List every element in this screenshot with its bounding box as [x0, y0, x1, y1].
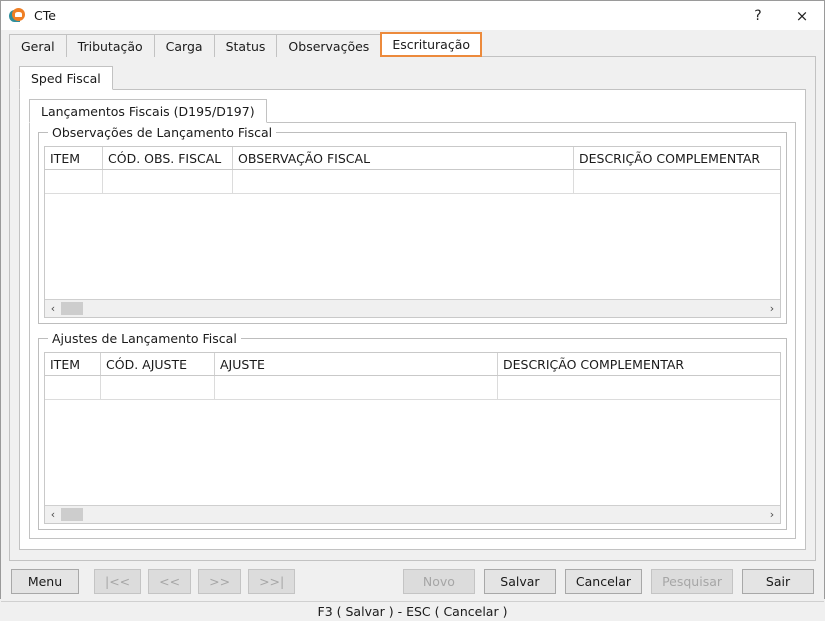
tab-escrituracao[interactable]: Escrituração — [380, 32, 482, 57]
ajustes-grid-container: ITEM CÓD. AJUSTE AJUSTE DESCRIÇÃO COMPLE… — [44, 352, 781, 524]
table-row[interactable] — [45, 170, 780, 194]
escrituracao-panel: Sped Fiscal Lançamentos Fiscais (D195/D1… — [9, 56, 816, 561]
first-record-button[interactable]: |<< — [94, 569, 141, 594]
tab-tributacao[interactable]: Tributação — [66, 34, 155, 57]
tab-carga[interactable]: Carga — [154, 34, 215, 57]
main-tab-strip: Geral Tributação Carga Status Observaçõe… — [9, 33, 824, 57]
group-observacoes-lancamento-fiscal: Observações de Lançamento Fiscal ITEM CÓ… — [38, 132, 787, 324]
column-header-ajuste[interactable]: AJUSTE — [215, 353, 498, 375]
novo-button[interactable]: Novo — [403, 569, 475, 594]
window-controls: ? × — [736, 1, 824, 30]
window-title: CTe — [34, 8, 56, 23]
scroll-left-icon[interactable]: ‹ — [45, 507, 61, 523]
app-logo-icon — [9, 8, 25, 24]
column-header-descricao-complementar[interactable]: DESCRIÇÃO COMPLEMENTAR — [498, 353, 780, 375]
group-ajustes-legend: Ajustes de Lançamento Fiscal — [48, 331, 241, 346]
column-header-item[interactable]: ITEM — [45, 353, 101, 375]
observacoes-scroll-track[interactable] — [61, 300, 764, 317]
cell-descricao-complementar[interactable] — [498, 376, 780, 399]
ajustes-scroll-thumb[interactable] — [61, 508, 83, 521]
ajustes-grid-header: ITEM CÓD. AJUSTE AJUSTE DESCRIÇÃO COMPLE… — [45, 353, 780, 376]
observacoes-grid[interactable]: ITEM CÓD. OBS. FISCAL OBSERVAÇÃO FISCAL … — [45, 147, 780, 299]
column-header-cod-ajuste[interactable]: CÓD. AJUSTE — [101, 353, 215, 375]
cell-cod-ajuste[interactable] — [101, 376, 215, 399]
status-bar-text: F3 ( Salvar ) - ESC ( Cancelar ) — [318, 604, 508, 619]
title-bar: CTe ? × — [1, 1, 824, 30]
salvar-button[interactable]: Salvar — [484, 569, 556, 594]
column-header-observacao-fiscal[interactable]: OBSERVAÇÃO FISCAL — [233, 147, 574, 169]
sped-fiscal-panel: Lançamentos Fiscais (D195/D197) Observaç… — [19, 89, 806, 550]
ajustes-scroll-track[interactable] — [61, 506, 764, 523]
cell-descricao-complementar[interactable] — [574, 170, 780, 193]
column-header-cod-obs-fiscal[interactable]: CÓD. OBS. FISCAL — [103, 147, 233, 169]
scroll-right-icon[interactable]: › — [764, 507, 780, 523]
group-observacoes-legend: Observações de Lançamento Fiscal — [48, 125, 276, 140]
ajustes-horizontal-scrollbar[interactable]: ‹ › — [45, 505, 780, 523]
scroll-left-icon[interactable]: ‹ — [45, 301, 61, 317]
tab-observacoes[interactable]: Observações — [276, 34, 381, 57]
column-header-item[interactable]: ITEM — [45, 147, 103, 169]
tab-lancamentos-fiscais[interactable]: Lançamentos Fiscais (D195/D197) — [29, 99, 267, 123]
lancamentos-tab-strip: Lançamentos Fiscais (D195/D197) — [29, 99, 805, 123]
cell-ajuste[interactable] — [215, 376, 498, 399]
tab-status[interactable]: Status — [214, 34, 278, 57]
cell-observacao-fiscal[interactable] — [233, 170, 574, 193]
observacoes-grid-header: ITEM CÓD. OBS. FISCAL OBSERVAÇÃO FISCAL … — [45, 147, 780, 170]
ajustes-grid[interactable]: ITEM CÓD. AJUSTE AJUSTE DESCRIÇÃO COMPLE… — [45, 353, 780, 505]
last-record-button[interactable]: >>| — [248, 569, 295, 594]
sair-button[interactable]: Sair — [742, 569, 814, 594]
cte-window: CTe ? × Geral Tributação Carga Status Ob… — [0, 0, 825, 599]
observacoes-grid-container: ITEM CÓD. OBS. FISCAL OBSERVAÇÃO FISCAL … — [44, 146, 781, 318]
group-ajustes-lancamento-fiscal: Ajustes de Lançamento Fiscal ITEM CÓD. A… — [38, 338, 787, 530]
scroll-right-icon[interactable]: › — [764, 301, 780, 317]
previous-record-button[interactable]: << — [148, 569, 191, 594]
cell-cod-obs-fiscal[interactable] — [103, 170, 233, 193]
column-header-descricao-complementar[interactable]: DESCRIÇÃO COMPLEMENTAR — [574, 147, 780, 169]
tab-sped-fiscal[interactable]: Sped Fiscal — [19, 66, 113, 90]
cell-item[interactable] — [45, 170, 103, 193]
help-icon[interactable]: ? — [736, 1, 780, 30]
menu-button[interactable]: Menu — [11, 569, 79, 594]
bottom-button-bar: Menu |<< << >> >>| Novo Salvar Cancelar … — [1, 562, 824, 601]
tab-geral[interactable]: Geral — [9, 34, 67, 57]
lancamentos-fiscais-panel: Observações de Lançamento Fiscal ITEM CÓ… — [29, 122, 796, 539]
table-row[interactable] — [45, 376, 780, 400]
observacoes-grid-empty-area — [45, 194, 780, 299]
close-icon[interactable]: × — [780, 1, 824, 30]
sped-tab-strip: Sped Fiscal — [19, 66, 815, 90]
cell-item[interactable] — [45, 376, 101, 399]
observacoes-horizontal-scrollbar[interactable]: ‹ › — [45, 299, 780, 317]
observacoes-scroll-thumb[interactable] — [61, 302, 83, 315]
next-record-button[interactable]: >> — [198, 569, 241, 594]
ajustes-grid-empty-area — [45, 400, 780, 505]
status-bar: F3 ( Salvar ) - ESC ( Cancelar ) — [1, 601, 824, 621]
cancelar-button[interactable]: Cancelar — [565, 569, 642, 594]
pesquisar-button[interactable]: Pesquisar — [651, 569, 733, 594]
